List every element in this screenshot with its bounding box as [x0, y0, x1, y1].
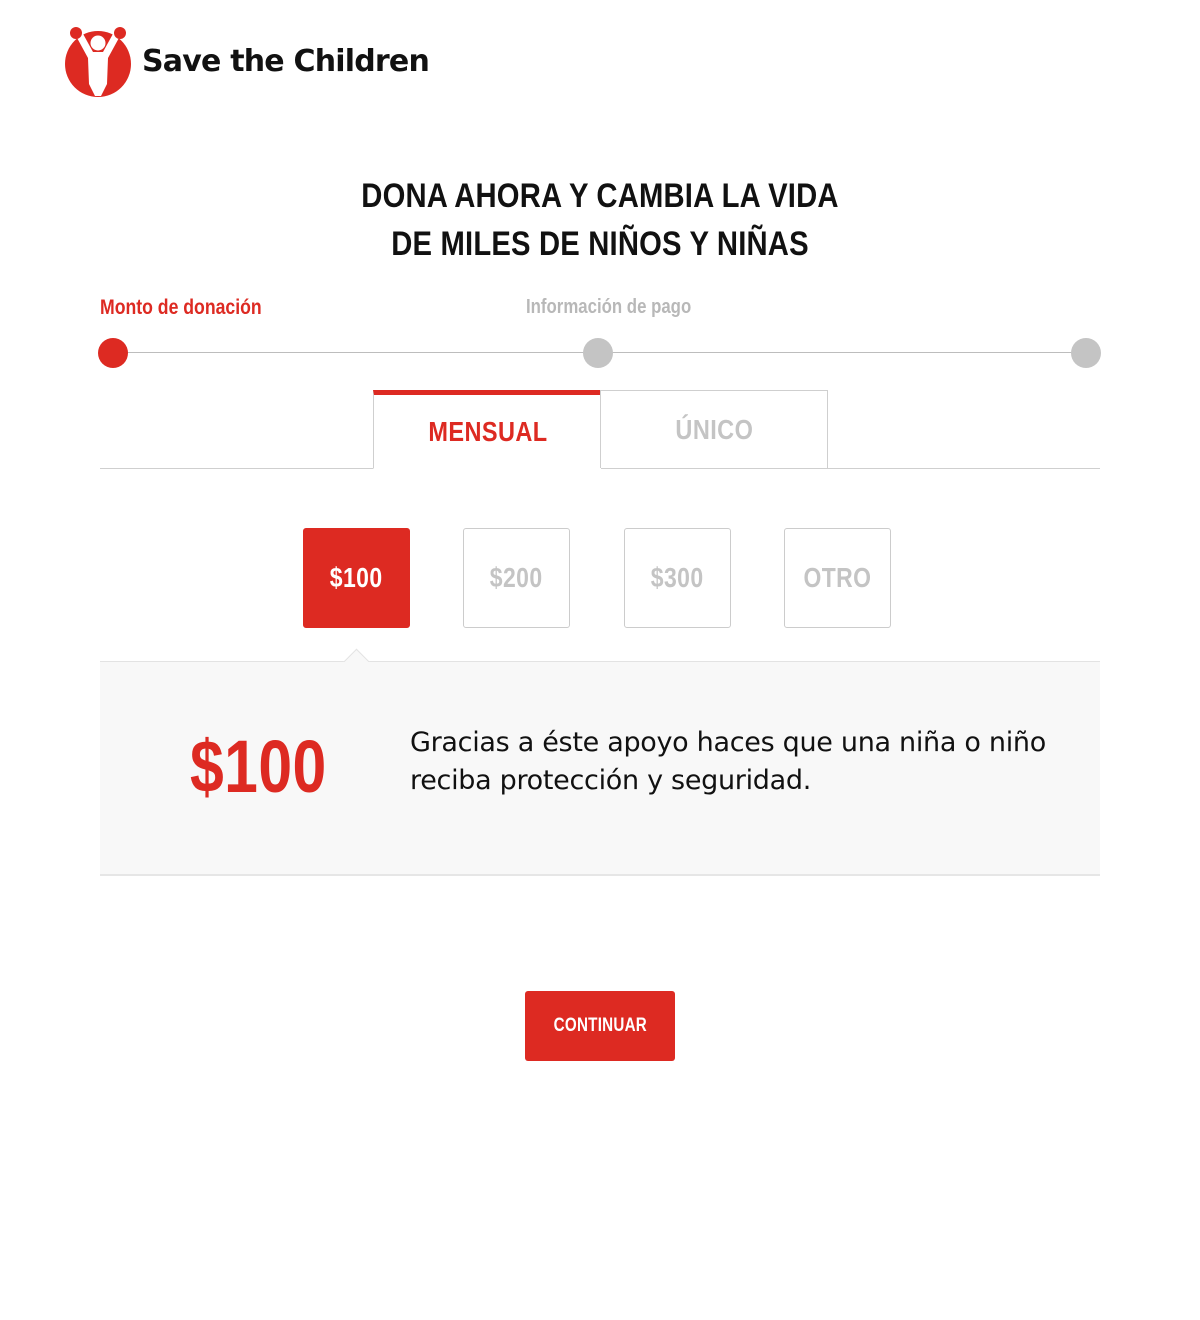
step-dot-payment	[583, 338, 613, 368]
amount-option-300[interactable]: $300	[624, 528, 731, 628]
amount-option-label: $100	[330, 562, 383, 593]
page-title: DONA AHORA Y CAMBIA LA VIDA DE MILES DE …	[84, 172, 1116, 268]
step-dot-confirmation	[1071, 338, 1101, 368]
step-label-amount: Monto de donación	[100, 296, 262, 319]
continue-button[interactable]: CONTINUAR	[525, 991, 675, 1061]
impact-description: Gracias a éste apoyo haces que una niña …	[410, 727, 1046, 796]
amount-option-200[interactable]: $200	[463, 528, 570, 628]
donation-page: Save the Children DONA AHORA Y CAMBIA LA…	[0, 0, 1200, 1320]
child-with-raised-arms-logo-icon	[65, 27, 131, 97]
page-title-line-1: DONA AHORA Y CAMBIA LA VIDA	[361, 177, 839, 215]
amount-option-label: $300	[651, 562, 704, 593]
tab-monthly-label: MENSUAL	[427, 415, 548, 447]
amount-option-label: $200	[490, 562, 543, 593]
tab-monthly[interactable]: MENSUAL	[373, 390, 601, 469]
step-dot-amount	[98, 338, 128, 368]
tab-one-time-label: ÚNICO	[675, 413, 753, 445]
panel-pointer	[341, 648, 373, 662]
tab-one-time[interactable]: ÚNICO	[600, 390, 828, 468]
selected-amount-display: $100	[190, 725, 327, 808]
amount-option-100[interactable]: $100	[303, 528, 410, 628]
page-title-line-2: DE MILES DE NIÑOS Y NIÑAS	[391, 225, 809, 263]
amount-option-other[interactable]: OTRO	[784, 528, 891, 628]
amount-option-label: OTRO	[803, 562, 872, 593]
step-label-payment: Información de pago	[526, 296, 692, 318]
brand-name: Save the Children	[142, 43, 430, 79]
continue-button-label: CONTINUAR	[553, 1015, 647, 1036]
brand-logo[interactable]: Save the Children	[62, 22, 430, 100]
